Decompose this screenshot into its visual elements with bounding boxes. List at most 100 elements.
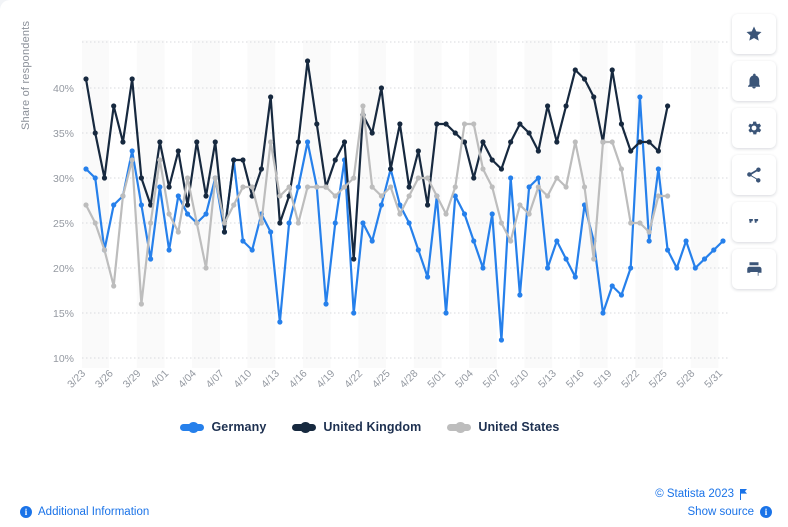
data-point[interactable] xyxy=(471,175,477,181)
data-point[interactable] xyxy=(203,211,209,217)
data-point[interactable] xyxy=(554,238,560,244)
data-point[interactable] xyxy=(471,238,477,244)
data-point[interactable] xyxy=(655,193,661,199)
data-point[interactable] xyxy=(508,139,514,145)
data-point[interactable] xyxy=(92,175,98,181)
data-point[interactable] xyxy=(175,193,181,199)
data-point[interactable] xyxy=(711,247,717,253)
data-point[interactable] xyxy=(388,184,394,190)
data-point[interactable] xyxy=(258,166,265,172)
data-point[interactable] xyxy=(406,193,412,199)
data-point[interactable] xyxy=(646,139,652,145)
data-point[interactable] xyxy=(240,184,246,190)
data-point[interactable] xyxy=(452,130,458,136)
data-point[interactable] xyxy=(554,139,560,145)
data-point[interactable] xyxy=(83,166,89,172)
data-point[interactable] xyxy=(231,157,237,163)
data-point[interactable] xyxy=(563,184,569,190)
data-point[interactable] xyxy=(277,319,283,325)
data-point[interactable] xyxy=(443,211,449,217)
data-point[interactable] xyxy=(600,139,606,145)
data-point[interactable] xyxy=(157,139,163,145)
legend-item[interactable]: United States xyxy=(447,420,559,434)
data-point[interactable] xyxy=(609,283,615,289)
data-point[interactable] xyxy=(637,220,643,226)
data-point[interactable] xyxy=(314,184,320,190)
data-point[interactable] xyxy=(304,139,311,145)
data-point[interactable] xyxy=(166,184,172,190)
data-point[interactable] xyxy=(286,220,292,226)
data-point[interactable] xyxy=(461,121,468,127)
data-point[interactable] xyxy=(646,229,652,235)
data-point[interactable] xyxy=(581,184,588,190)
data-point[interactable] xyxy=(341,139,348,145)
data-point[interactable] xyxy=(628,148,634,154)
data-point[interactable] xyxy=(175,148,181,154)
data-point[interactable] xyxy=(369,238,375,244)
data-point[interactable] xyxy=(323,301,329,307)
data-point[interactable] xyxy=(618,292,625,298)
data-point[interactable] xyxy=(360,220,366,226)
data-point[interactable] xyxy=(129,76,135,82)
data-point[interactable] xyxy=(166,211,172,217)
data-point[interactable] xyxy=(508,175,514,181)
data-point[interactable] xyxy=(544,193,551,199)
data-point[interactable] xyxy=(111,202,117,208)
data-point[interactable] xyxy=(388,166,394,172)
data-point[interactable] xyxy=(111,283,117,289)
data-point[interactable] xyxy=(434,193,440,199)
data-point[interactable] xyxy=(415,247,421,253)
data-point[interactable] xyxy=(535,184,541,190)
data-point[interactable] xyxy=(249,184,255,190)
cite-button[interactable] xyxy=(732,202,776,242)
data-point[interactable] xyxy=(203,193,209,199)
data-point[interactable] xyxy=(351,310,357,316)
favorite-button[interactable] xyxy=(732,14,776,54)
data-point[interactable] xyxy=(609,67,615,73)
data-point[interactable] xyxy=(563,103,569,109)
data-point[interactable] xyxy=(212,139,218,145)
data-point[interactable] xyxy=(665,247,671,253)
data-point[interactable] xyxy=(304,58,311,64)
data-point[interactable] xyxy=(240,157,246,163)
data-point[interactable] xyxy=(240,238,246,244)
data-point[interactable] xyxy=(683,238,689,244)
data-point[interactable] xyxy=(360,103,366,109)
data-point[interactable] xyxy=(600,310,606,316)
data-point[interactable] xyxy=(480,166,486,172)
data-point[interactable] xyxy=(424,175,431,181)
data-point[interactable] xyxy=(701,256,708,262)
data-point[interactable] xyxy=(184,211,191,217)
data-point[interactable] xyxy=(489,157,495,163)
data-point[interactable] xyxy=(618,166,625,172)
data-point[interactable] xyxy=(203,265,209,271)
data-point[interactable] xyxy=(277,193,283,199)
data-point[interactable] xyxy=(517,202,523,208)
data-point[interactable] xyxy=(628,265,634,271)
data-point[interactable] xyxy=(443,121,449,127)
data-point[interactable] xyxy=(120,139,126,145)
settings-button[interactable] xyxy=(732,108,776,148)
print-button[interactable] xyxy=(732,249,776,289)
data-point[interactable] xyxy=(148,256,154,262)
data-point[interactable] xyxy=(295,220,301,226)
data-point[interactable] xyxy=(526,130,532,136)
data-point[interactable] xyxy=(591,256,597,262)
data-point[interactable] xyxy=(397,121,403,127)
data-point[interactable] xyxy=(101,175,108,181)
data-point[interactable] xyxy=(323,184,329,190)
data-point[interactable] xyxy=(129,148,135,154)
data-point[interactable] xyxy=(111,103,117,109)
data-point[interactable] xyxy=(369,184,375,190)
data-point[interactable] xyxy=(406,184,412,190)
data-point[interactable] xyxy=(526,211,532,217)
data-point[interactable] xyxy=(480,265,486,271)
data-point[interactable] xyxy=(166,247,172,253)
data-point[interactable] xyxy=(406,220,412,226)
data-point[interactable] xyxy=(268,94,274,100)
data-point[interactable] xyxy=(249,247,255,253)
data-point[interactable] xyxy=(268,139,274,145)
data-point[interactable] xyxy=(332,193,338,199)
data-point[interactable] xyxy=(314,121,320,127)
data-point[interactable] xyxy=(268,229,274,235)
